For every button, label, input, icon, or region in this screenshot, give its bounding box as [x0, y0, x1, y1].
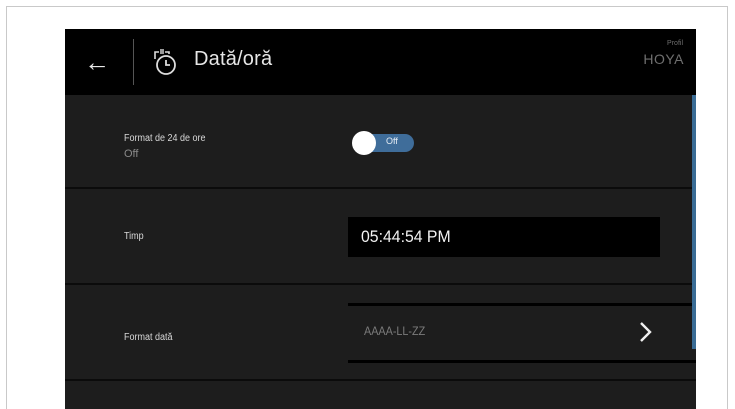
clock-settings-icon — [154, 49, 176, 75]
format-24h-status: Off — [124, 148, 139, 160]
format-24h-toggle[interactable]: Off — [352, 131, 416, 155]
arrow-left-icon: ← — [84, 47, 110, 77]
chevron-right-icon — [640, 322, 652, 342]
back-button[interactable]: ← — [77, 43, 117, 81]
format-24h-label: Format de 24 de ore — [124, 133, 206, 144]
settings-list: Format de 24 de ore Off Off Timp 05:44:5… — [65, 95, 696, 409]
app-header: ← Dată/oră Profil HOYA — [65, 29, 696, 95]
setting-row-24h-format: Format de 24 de ore Off Off — [65, 95, 696, 189]
toggle-knob — [352, 131, 376, 155]
scrollbar[interactable] — [692, 95, 696, 349]
date-format-selector[interactable]: AAAA-LL-ZZ — [348, 303, 696, 363]
time-input[interactable]: 05:44:54 PM — [348, 217, 660, 257]
profile-label: Profil — [667, 40, 683, 47]
time-value: 05:44:54 PM — [361, 227, 451, 246]
device-screen: ← Dată/oră Profil HOYA Format de 24 de o… — [65, 29, 696, 409]
time-label: Timp — [124, 231, 144, 242]
date-format-label: Format dată — [124, 332, 173, 343]
header-divider — [133, 39, 134, 85]
page-title: Dată/oră — [194, 48, 273, 70]
profile-name[interactable]: HOYA — [643, 51, 684, 67]
date-format-value: AAAA-LL-ZZ — [364, 324, 426, 338]
toggle-state-text: Off — [386, 136, 398, 146]
screenshot-frame: ← Dată/oră Profil HOYA Format de 24 de o… — [6, 6, 728, 409]
